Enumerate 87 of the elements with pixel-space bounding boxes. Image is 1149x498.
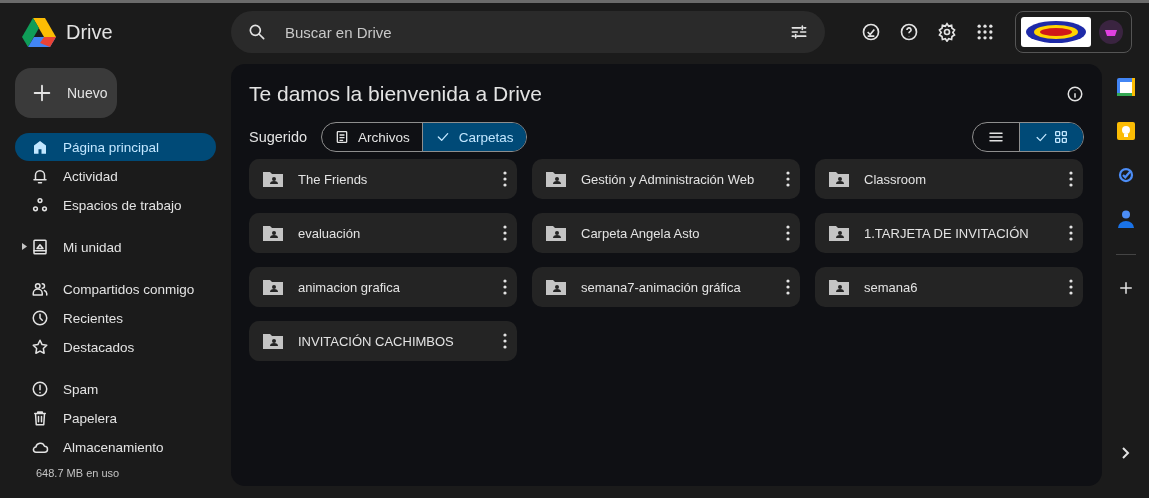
folder-card[interactable]: Gestión y Administración Web <box>532 159 800 199</box>
shared-folder-icon <box>829 225 849 241</box>
sidebar-item[interactable]: Recientes <box>15 304 216 332</box>
more-options-icon[interactable] <box>786 171 790 187</box>
more-options-icon[interactable] <box>786 225 790 241</box>
folder-card[interactable]: The Friends <box>249 159 517 199</box>
search-icon <box>247 22 267 42</box>
task-check-icon[interactable] <box>861 22 881 42</box>
folder-name: Classroom <box>864 171 928 187</box>
plus-icon <box>31 82 53 104</box>
app-name: Drive <box>66 20 113 44</box>
circles-icon <box>31 196 49 214</box>
folder-card[interactable]: Carpeta Angela Asto <box>532 213 800 253</box>
task-check-icon[interactable] <box>1116 166 1135 184</box>
lightbulb-icon[interactable] <box>1116 122 1135 140</box>
page-title: Te damos la bienvenida a Drive <box>249 82 542 106</box>
folder-card[interactable]: evaluación <box>249 213 517 253</box>
sidebar-item[interactable]: Papelera <box>15 404 216 432</box>
folder-card[interactable]: semana7-animación gráfica <box>532 267 800 307</box>
folder-name: evaluación <box>298 225 362 241</box>
sidebar-item[interactable]: Página principal <box>15 133 216 161</box>
drive-icon <box>31 238 49 256</box>
bell-icon <box>31 167 49 185</box>
filter-chip[interactable]: Carpetas <box>421 123 526 151</box>
more-options-icon[interactable] <box>1069 171 1073 187</box>
settings-icon[interactable] <box>937 22 957 42</box>
calendar-icon[interactable] <box>1116 78 1135 96</box>
help-icon[interactable] <box>899 22 919 42</box>
shared-folder-icon <box>263 171 283 187</box>
folder-card[interactable]: semana6 <box>815 267 1083 307</box>
info-icon[interactable] <box>1066 85 1084 103</box>
folder-card[interactable]: 1.TARJETA DE INVITACIÓN <box>815 213 1083 253</box>
avatar-icon <box>1099 20 1123 44</box>
sidebar-item[interactable]: Espacios de trabajo <box>15 191 216 219</box>
more-options-icon[interactable] <box>503 225 507 241</box>
star-icon <box>31 338 49 356</box>
people-icon <box>31 280 49 298</box>
person-icon[interactable] <box>1117 210 1134 228</box>
more-options-icon[interactable] <box>1069 225 1073 241</box>
folder-name: semana7-animación gráfica <box>581 279 742 295</box>
folder-card[interactable]: INVITACIÓN CACHIMBOS <box>249 321 517 361</box>
folder-name: INVITACIÓN CACHIMBOS <box>298 333 455 349</box>
shared-folder-icon <box>263 279 283 295</box>
apps-grid-icon[interactable] <box>975 22 995 42</box>
folder-name: animacion grafica <box>298 279 401 295</box>
storage-usage: 648.7 MB en uso <box>36 467 121 479</box>
more-options-icon[interactable] <box>786 279 790 295</box>
drive-logo-icon <box>22 17 56 47</box>
home-icon <box>31 138 49 156</box>
shared-folder-icon <box>546 171 566 187</box>
shared-folder-icon <box>546 225 566 241</box>
shared-folder-icon <box>829 279 849 295</box>
sidebar-item[interactable]: Compartidos conmigo <box>15 275 216 303</box>
folder-name: Gestión y Administración Web <box>581 171 756 187</box>
folder-card[interactable]: animacion grafica <box>249 267 517 307</box>
grid-icon <box>1053 129 1069 145</box>
caret-icon[interactable] <box>22 243 27 250</box>
more-options-icon[interactable] <box>503 333 507 349</box>
more-options-icon[interactable] <box>1069 279 1073 295</box>
sidebar-item[interactable]: Destacados <box>15 333 216 361</box>
account-switcher[interactable] <box>1015 11 1132 53</box>
clock-icon <box>31 309 49 327</box>
shared-folder-icon <box>829 171 849 187</box>
grid-view-toggle[interactable] <box>1019 123 1083 151</box>
filter-chip[interactable]: Archivos <box>322 123 422 151</box>
folder-name: Carpeta Angela Asto <box>581 225 701 241</box>
chevron-right-icon[interactable] <box>1119 446 1132 460</box>
alert-icon <box>31 380 49 398</box>
shared-folder-icon <box>263 333 283 349</box>
folder-name: semana6 <box>864 279 919 295</box>
sidebar-item[interactable]: Mi unidad <box>15 233 216 261</box>
trash-icon <box>31 409 49 427</box>
search-bar[interactable]: Buscar en Drive <box>231 11 825 53</box>
shared-folder-icon <box>546 279 566 295</box>
more-options-icon[interactable] <box>503 279 507 295</box>
new-button[interactable]: Nuevo <box>15 68 117 118</box>
sidebar-item[interactable]: Almacenamiento <box>15 433 216 461</box>
sidebar-item[interactable]: Spam <box>15 375 216 403</box>
folder-name: The Friends <box>298 171 369 187</box>
filter-label: Sugerido <box>249 129 308 145</box>
more-options-icon[interactable] <box>503 171 507 187</box>
folder-name: 1.TARJETA DE INVITACIÓN <box>864 225 1030 241</box>
shared-folder-icon <box>263 225 283 241</box>
sidebar-item[interactable]: Actividad <box>15 162 216 190</box>
search-field[interactable]: Buscar en Drive <box>283 22 773 42</box>
sliders-icon <box>789 22 809 42</box>
folder-card[interactable]: Classroom <box>815 159 1083 199</box>
